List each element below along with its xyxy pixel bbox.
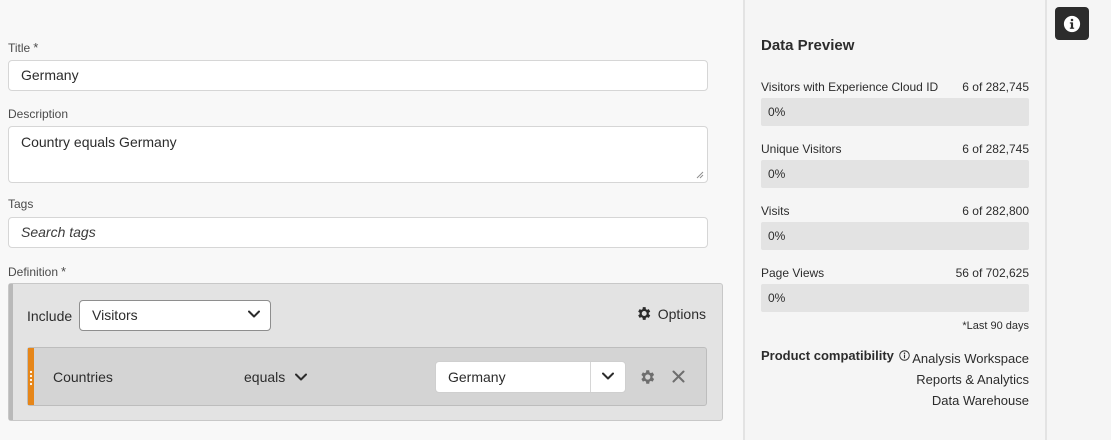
rule-operator-select[interactable]: equals	[244, 369, 308, 385]
description-text: Country equals Germany	[21, 134, 177, 150]
metric-bar: 0%	[761, 284, 1029, 312]
gear-icon	[637, 307, 650, 320]
close-icon[interactable]	[672, 370, 685, 383]
metric-count: 6 of 282,745	[962, 142, 1029, 156]
container-type-value: Visitors	[92, 307, 138, 323]
right-rail	[1047, 0, 1111, 440]
title-input[interactable]: Germany	[8, 60, 708, 91]
metric-count: 6 of 282,745	[962, 80, 1029, 94]
metric-count: 6 of 282,800	[962, 204, 1029, 218]
resize-handle-icon[interactable]	[696, 171, 704, 179]
chevron-down-icon	[295, 373, 308, 381]
definition-label-text: Definition	[8, 265, 59, 279]
title-label: Title *	[8, 40, 38, 55]
compat-item: Analysis Workspace	[912, 351, 1029, 366]
tags-search-input[interactable]: Search tags	[8, 217, 708, 248]
product-compatibility-list: Analysis Workspace Reports & Analytics D…	[912, 348, 1029, 411]
metric-percent: 0%	[768, 291, 786, 305]
footnote: *Last 90 days	[962, 320, 1029, 332]
rule-value-combobox[interactable]: Germany	[435, 361, 626, 393]
include-label: Include	[27, 308, 73, 324]
tags-label: Tags	[8, 197, 34, 211]
description-label: Description	[8, 107, 69, 121]
drag-handle-icon[interactable]	[29, 370, 33, 386]
metric-name: Page Views	[761, 266, 825, 280]
metric-bar: 0%	[761, 160, 1029, 188]
rule-operator-value: equals	[244, 369, 286, 385]
title-label-text: Title	[8, 41, 31, 55]
metric-percent: 0%	[768, 105, 786, 119]
definition-label: Definition *	[8, 264, 66, 279]
options-label: Options	[657, 305, 706, 322]
definition-container: Include Visitors Options Countries equal…	[8, 283, 723, 421]
compat-item: Data Warehouse	[931, 393, 1029, 408]
metric-count: 56 of 702,625	[955, 266, 1029, 280]
options-button[interactable]: Options	[635, 305, 706, 322]
data-preview-panel: Data Preview Visitors with Experience Cl…	[745, 0, 1045, 440]
metric-bar: 0%	[761, 222, 1029, 250]
rule-row: Countries equals Germany	[27, 347, 707, 406]
combobox-divider	[590, 362, 591, 392]
info-icon	[1063, 15, 1081, 32]
metric-percent: 0%	[768, 229, 786, 243]
rule-dimension[interactable]: Countries	[53, 369, 113, 385]
metric-percent: 0%	[768, 167, 786, 181]
container-left-bar	[9, 284, 13, 420]
compat-label-text: Product compatibility	[761, 348, 894, 363]
required-asterisk-icon: *	[33, 40, 39, 55]
compat-item: Reports & Analytics	[916, 372, 1029, 387]
gear-icon[interactable]	[638, 368, 656, 386]
product-compatibility-label: Product compatibility	[761, 348, 910, 363]
metric-name: Visitors with Experience Cloud ID	[761, 80, 939, 94]
data-preview-title: Data Preview	[761, 37, 855, 54]
metric-name: Unique Visitors	[761, 142, 842, 156]
info-circle-icon[interactable]	[899, 350, 910, 361]
rule-value-text[interactable]: Germany	[448, 369, 506, 385]
metric-bar: 0%	[761, 98, 1029, 126]
chevron-down-icon	[248, 310, 260, 318]
description-textarea[interactable]: Country equals Germany	[8, 126, 708, 183]
chevron-down-icon[interactable]	[602, 372, 614, 380]
required-asterisk-icon: *	[61, 264, 67, 279]
info-button[interactable]	[1055, 7, 1089, 40]
segment-builder-form: Title * Germany Description Country equal…	[0, 0, 744, 440]
metric-name: Visits	[761, 204, 790, 218]
container-type-select[interactable]: Visitors	[79, 300, 271, 331]
